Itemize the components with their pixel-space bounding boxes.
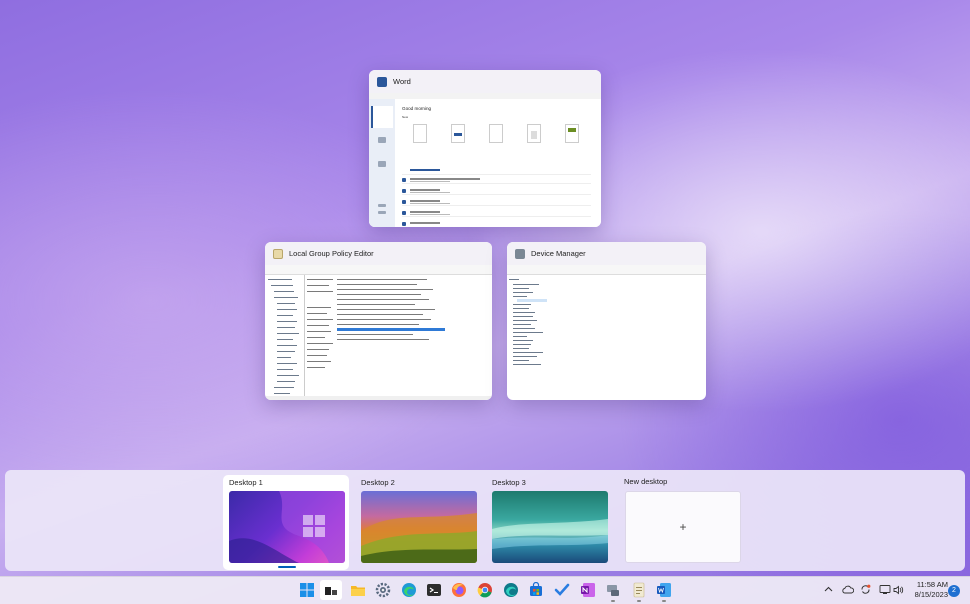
running-indicator [637,600,641,602]
network-icon[interactable] [879,584,891,598]
notepad-icon[interactable] [631,582,647,598]
window-title: Word [393,77,411,86]
window-preview [265,265,492,400]
group-policy-icon [273,248,283,259]
sync-icon[interactable] [860,584,871,598]
word-greeting: Good morning [402,106,432,111]
window-title: Device Manager [531,249,586,258]
window-preview: Good morning New [369,93,601,227]
window-device-manager[interactable]: Device Manager [507,242,706,400]
store-icon[interactable] [528,581,544,598]
edge-icon[interactable] [401,582,417,598]
system-clock[interactable]: 11:58 AM 8/15/2023 [908,580,948,600]
todo-icon[interactable] [554,582,570,598]
chrome-icon[interactable] [477,582,493,598]
onedrive-icon[interactable] [842,585,855,597]
active-desktop-indicator [278,566,296,568]
clock-time: 11:58 AM [916,580,948,589]
chevron-up-icon[interactable] [824,585,833,597]
running-indicator [662,600,666,602]
desktop-label: Desktop 2 [361,478,395,487]
file-explorer-icon[interactable] [350,582,366,598]
sonoma-wallpaper-art [361,513,477,563]
window-preview [507,265,706,400]
firefox-icon[interactable] [451,582,467,598]
start-icon[interactable] [299,582,315,598]
virtual-desktops-panel [5,470,965,571]
window-word[interactable]: Word Good morning New [369,70,601,227]
edge-dev-icon[interactable] [503,582,519,598]
word-new-label: New [402,115,409,119]
windows-wallpaper-art [229,491,345,563]
desktop-2-thumbnail[interactable] [361,491,477,563]
desktop-label: Desktop 1 [229,478,263,487]
volume-icon[interactable] [893,585,904,598]
desktop-label: Desktop 3 [492,478,526,487]
vista-wallpaper-art [492,519,608,549]
new-desktop-label: New desktop [624,477,668,486]
notification-badge[interactable]: 2 [948,585,960,597]
window-titlebar: Device Manager [507,242,706,265]
word-icon [377,76,387,87]
window-title: Local Group Policy Editor [289,249,374,258]
task-view-icon[interactable] [320,580,342,600]
window-titlebar: Word [369,70,601,93]
desktop-3-thumbnail[interactable] [492,491,608,563]
desktop-1-thumbnail[interactable] [229,491,345,563]
running-indicator [611,600,615,602]
terminal-icon[interactable] [426,582,442,598]
word-taskbar-icon[interactable] [656,582,672,598]
onenote-icon[interactable] [580,582,596,598]
window-titlebar: Local Group Policy Editor [265,242,492,265]
word-nav-pane [369,99,395,227]
device-manager-taskbar-icon[interactable] [605,582,621,598]
device-manager-icon [515,248,525,259]
plus-icon: + [679,520,687,534]
settings-icon[interactable] [375,582,391,598]
window-group-policy-editor[interactable]: Local Group Policy Editor [265,242,492,400]
new-desktop-button[interactable]: + [625,491,741,563]
clock-date: 8/15/2023 [914,590,948,599]
